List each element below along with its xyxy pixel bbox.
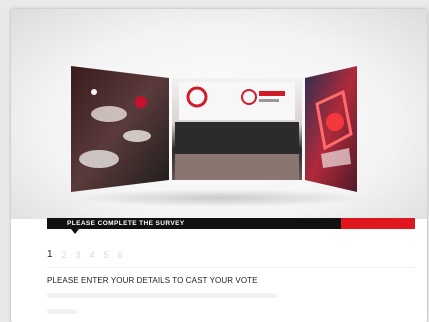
step-2[interactable]: 2: [62, 249, 67, 261]
banner-photo-trophy: [305, 66, 357, 192]
step-6[interactable]: 6: [118, 249, 123, 261]
survey-card: PLEASE COMPLETE THE SURVEY 1 2 3 4 5 6 P…: [11, 9, 427, 322]
faint-field-label: [47, 309, 77, 314]
step-indicator: 1 2 3 4 5 6: [47, 249, 132, 261]
step-5[interactable]: 5: [104, 249, 109, 261]
banner-stage: [11, 9, 427, 219]
step-3[interactable]: 3: [76, 249, 81, 261]
faint-subtext: [47, 293, 277, 298]
progress-caret-icon: [71, 229, 79, 234]
survey-progress-bar: PLEASE COMPLETE THE SURVEY: [47, 218, 415, 229]
form-heading: PLEASE ENTER YOUR DETAILS TO CAST YOUR V…: [47, 276, 258, 285]
progress-label: PLEASE COMPLETE THE SURVEY: [67, 220, 185, 227]
banner-photo-dinner: [71, 66, 169, 192]
progress-fill: [341, 218, 415, 229]
step-4[interactable]: 4: [90, 249, 95, 261]
photo-banner: [71, 66, 357, 192]
banner-photo-group: [172, 78, 302, 180]
step-1[interactable]: 1: [47, 249, 53, 261]
divider: [47, 267, 415, 268]
